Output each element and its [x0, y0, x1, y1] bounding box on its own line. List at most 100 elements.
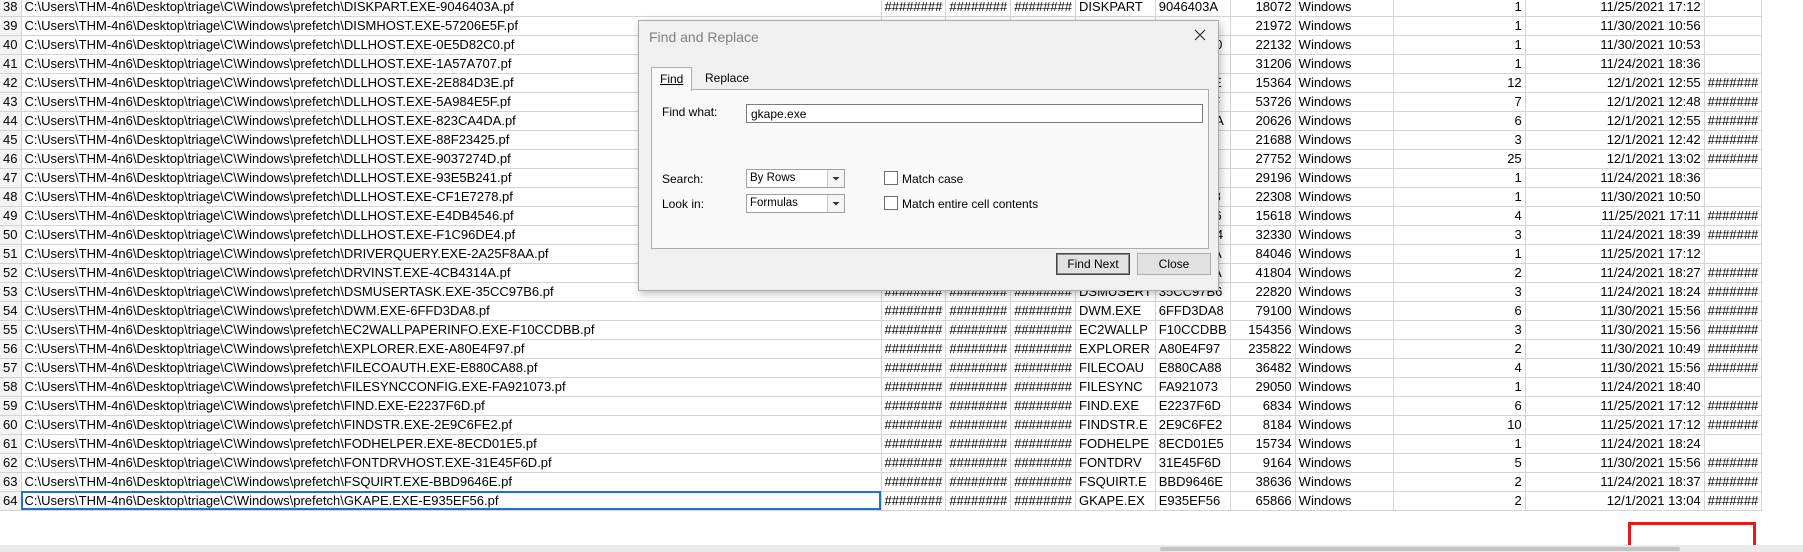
extra-cell[interactable]: ####### — [1704, 225, 1763, 245]
match-case-checkbox[interactable] — [884, 171, 898, 185]
exe-cell[interactable]: FONTDRV — [1075, 453, 1156, 473]
run-count-cell[interactable]: 1 — [1393, 35, 1526, 55]
scrollbar-thumb[interactable] — [1160, 547, 1680, 551]
extra-cell[interactable]: ####### — [1704, 415, 1763, 435]
extra-cell[interactable] — [1704, 168, 1763, 188]
exe-cell[interactable]: GKAPE.EX — [1075, 491, 1156, 511]
chevron-down-icon[interactable] — [827, 170, 844, 187]
extra-cell[interactable] — [1704, 187, 1763, 207]
hash-cell[interactable]: ######## — [945, 491, 1012, 511]
path-cell[interactable]: C:\Users\THM-4n6\Desktop\triage\C\Window… — [21, 377, 882, 397]
run-count-cell[interactable]: 1 — [1393, 16, 1526, 36]
volume-cell[interactable]: Windows — [1295, 35, 1394, 55]
path-cell[interactable]: C:\Users\THM-4n6\Desktop\triage\C\Window… — [21, 301, 882, 321]
hash-cell[interactable]: ######## — [1010, 491, 1077, 511]
run-count-cell[interactable]: 1 — [1393, 244, 1526, 264]
path-cell[interactable]: C:\Users\THM-4n6\Desktop\triage\C\Window… — [21, 320, 882, 340]
size-cell[interactable]: 21688 — [1230, 130, 1296, 150]
date-cell[interactable]: 12/1/2021 12:55 — [1525, 73, 1705, 93]
find-what-input[interactable]: gkape.exe — [746, 104, 1203, 123]
date-cell[interactable]: 11/24/2021 18:36 — [1525, 54, 1705, 74]
extra-cell[interactable]: ####### — [1704, 453, 1763, 473]
extra-cell[interactable]: ####### — [1704, 320, 1763, 340]
row-header[interactable]: 56 — [0, 339, 22, 359]
id-cell[interactable]: BBD9646E — [1155, 472, 1231, 492]
extra-cell[interactable]: ####### — [1704, 73, 1763, 93]
size-cell[interactable]: 22132 — [1230, 35, 1296, 55]
exe-cell[interactable]: DWM.EXE — [1075, 301, 1156, 321]
size-cell[interactable]: 20626 — [1230, 111, 1296, 131]
volume-cell[interactable]: Windows — [1295, 396, 1394, 416]
chevron-down-icon[interactable] — [827, 195, 844, 212]
path-cell[interactable]: C:\Users\THM-4n6\Desktop\triage\C\Window… — [21, 358, 882, 378]
row-header[interactable]: 53 — [0, 282, 22, 302]
extra-cell[interactable]: ####### — [1704, 149, 1763, 169]
path-cell[interactable]: C:\Users\THM-4n6\Desktop\triage\C\Window… — [21, 0, 882, 17]
volume-cell[interactable]: Windows — [1295, 453, 1394, 473]
volume-cell[interactable]: Windows — [1295, 0, 1394, 17]
row-header[interactable]: 51 — [0, 244, 22, 264]
size-cell[interactable]: 41804 — [1230, 263, 1296, 283]
extra-cell[interactable] — [1704, 16, 1763, 36]
find-next-button[interactable]: Find Next — [1056, 253, 1130, 275]
run-count-cell[interactable]: 2 — [1393, 339, 1526, 359]
run-count-cell[interactable]: 25 — [1393, 149, 1526, 169]
look-in-select[interactable]: Formulas — [746, 194, 845, 213]
hash-cell[interactable]: ######## — [945, 301, 1012, 321]
size-cell[interactable]: 84046 — [1230, 244, 1296, 264]
path-cell[interactable]: C:\Users\THM-4n6\Desktop\triage\C\Window… — [21, 434, 882, 454]
id-cell[interactable]: 6FFD3DA8 — [1155, 301, 1231, 321]
extra-cell[interactable] — [1704, 54, 1763, 74]
row-header[interactable]: 38 — [0, 0, 22, 17]
size-cell[interactable]: 31206 — [1230, 54, 1296, 74]
hash-cell[interactable]: ######## — [945, 320, 1012, 340]
extra-cell[interactable]: ####### — [1704, 339, 1763, 359]
id-cell[interactable]: FA921073 — [1155, 377, 1231, 397]
hash-cell[interactable]: ######## — [1010, 434, 1077, 454]
path-cell[interactable]: C:\Users\THM-4n6\Desktop\triage\C\Window… — [21, 453, 882, 473]
extra-cell[interactable] — [1704, 377, 1763, 397]
row-header[interactable]: 54 — [0, 301, 22, 321]
size-cell[interactable]: 8184 — [1230, 415, 1296, 435]
volume-cell[interactable]: Windows — [1295, 168, 1394, 188]
size-cell[interactable]: 235822 — [1230, 339, 1296, 359]
match-entire-checkbox[interactable] — [884, 196, 898, 210]
date-cell[interactable]: 11/25/2021 17:12 — [1525, 0, 1705, 17]
date-cell[interactable]: 12/1/2021 12:42 — [1525, 130, 1705, 150]
extra-cell[interactable]: ####### — [1704, 263, 1763, 283]
hash-cell[interactable]: ######## — [1010, 377, 1077, 397]
row-header[interactable]: 44 — [0, 111, 22, 131]
size-cell[interactable]: 15734 — [1230, 434, 1296, 454]
exe-cell[interactable]: FILESYNC — [1075, 377, 1156, 397]
hash-cell[interactable]: ######## — [881, 301, 947, 321]
run-count-cell[interactable]: 2 — [1393, 491, 1526, 511]
size-cell[interactable]: 22820 — [1230, 282, 1296, 302]
hash-cell[interactable]: ######## — [881, 320, 947, 340]
row-header[interactable]: 49 — [0, 206, 22, 226]
volume-cell[interactable]: Windows — [1295, 358, 1394, 378]
volume-cell[interactable]: Windows — [1295, 16, 1394, 36]
exe-cell[interactable]: DISKPART — [1075, 0, 1156, 17]
volume-cell[interactable]: Windows — [1295, 54, 1394, 74]
extra-cell[interactable]: ####### — [1704, 491, 1763, 511]
volume-cell[interactable]: Windows — [1295, 187, 1394, 207]
path-cell[interactable]: C:\Users\THM-4n6\Desktop\triage\C\Window… — [21, 396, 882, 416]
id-cell[interactable]: E880CA88 — [1155, 358, 1231, 378]
date-cell[interactable]: 11/24/2021 18:39 — [1525, 225, 1705, 245]
date-cell[interactable]: 11/30/2021 15:56 — [1525, 358, 1705, 378]
volume-cell[interactable]: Windows — [1295, 415, 1394, 435]
hash-cell[interactable]: ######## — [945, 396, 1012, 416]
extra-cell[interactable]: ####### — [1704, 206, 1763, 226]
run-count-cell[interactable]: 3 — [1393, 320, 1526, 340]
size-cell[interactable]: 29050 — [1230, 377, 1296, 397]
volume-cell[interactable]: Windows — [1295, 282, 1394, 302]
run-count-cell[interactable]: 1 — [1393, 434, 1526, 454]
extra-cell[interactable]: ####### — [1704, 358, 1763, 378]
exe-cell[interactable]: FILECOAU — [1075, 358, 1156, 378]
date-cell[interactable]: 11/30/2021 10:56 — [1525, 16, 1705, 36]
date-cell[interactable]: 11/25/2021 17:11 — [1525, 206, 1705, 226]
hash-cell[interactable]: ######## — [1010, 358, 1077, 378]
size-cell[interactable]: 154356 — [1230, 320, 1296, 340]
exe-cell[interactable]: FODHELPE — [1075, 434, 1156, 454]
volume-cell[interactable]: Windows — [1295, 111, 1394, 131]
